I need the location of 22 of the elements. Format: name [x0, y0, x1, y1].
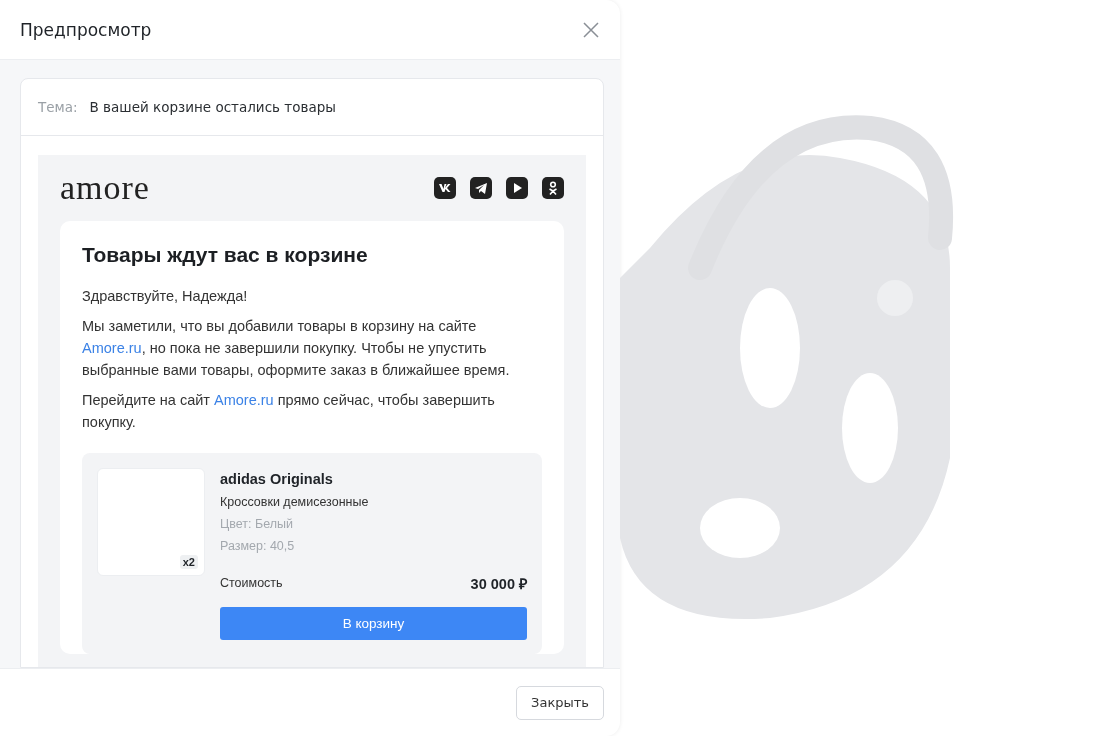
- close-button[interactable]: Закрыть: [516, 685, 604, 720]
- price-value: 30 000 ₽: [470, 575, 527, 593]
- product-name: Кроссовки демисезонные: [220, 495, 370, 509]
- price-label: Стоимость: [220, 576, 283, 590]
- paragraph: Мы заметили, что вы добавили товары в корзину на сайте Amore.ru, но пока не завершили покупку. Чтобы не упустить выбранные вами товары, оформите заказ в ближайшее время.: [82, 317, 511, 380]
- paragraph: Перейдите на сайт Amore.ru прямо сейчас, чтобы завершить покупку.: [82, 391, 496, 432]
- site-link[interactable]: Amore.ru: [82, 340, 142, 356]
- product-attribute: Цвет: Белый: [220, 517, 294, 531]
- product-brand: adidas Originals: [220, 471, 334, 487]
- quantity-badge: x2: [179, 555, 198, 569]
- paper-plane-icon[interactable]: [470, 177, 492, 199]
- add-to-cart-button[interactable]: В корзину: [220, 607, 527, 640]
- dialog-title: Предпросмотр: [20, 19, 152, 40]
- subject-label: Тема:: [38, 99, 78, 115]
- brand-logo: amore: [60, 169, 150, 207]
- site-link[interactable]: Amore.ru: [214, 392, 274, 408]
- email-heading: Товары ждут вас в корзине: [82, 243, 369, 267]
- greeting-text: Здравствуйте, Надежда!: [82, 287, 249, 306]
- vk-icon[interactable]: [434, 177, 456, 199]
- subject-text: В вашей корзине остались товары: [89, 99, 336, 115]
- play-icon[interactable]: [506, 177, 528, 199]
- product-attribute: Размер: 40,5: [220, 539, 296, 553]
